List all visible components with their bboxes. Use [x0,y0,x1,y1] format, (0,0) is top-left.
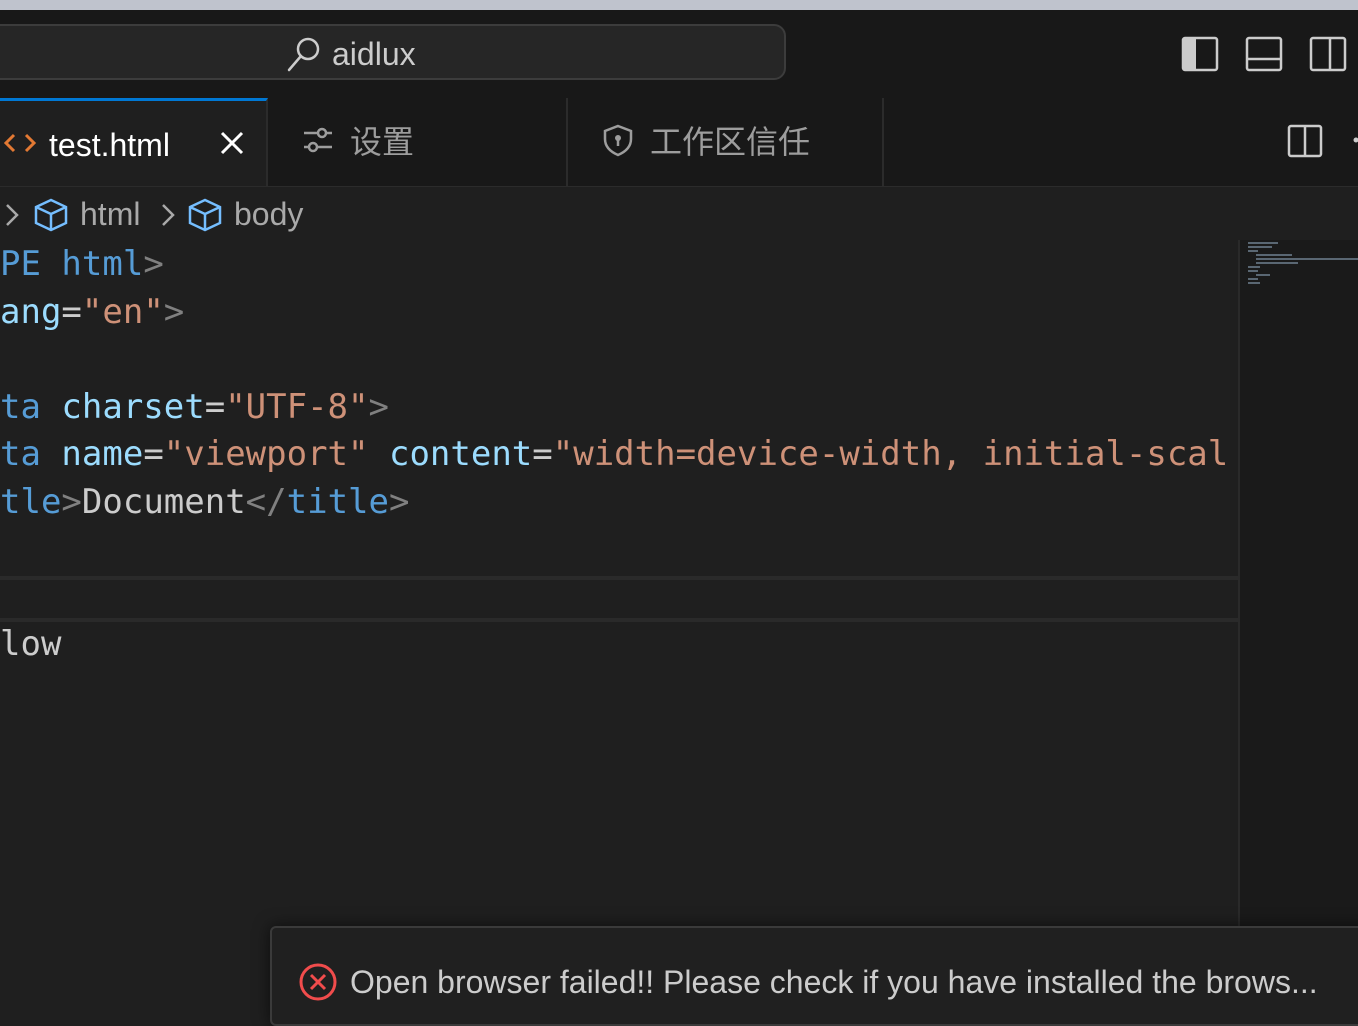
command-center-text: aidlux [332,34,416,74]
more-actions-icon[interactable] [1346,132,1358,148]
tab-label: 设置 [350,120,414,164]
line-highlight-border [0,576,1238,580]
code-token: = [143,434,163,474]
code-line: PE html> [0,240,164,288]
command-center-search[interactable]: aidlux [0,24,786,80]
code-token: "en" [82,292,164,332]
editor-tab-bar: test.html 设置 工作区信任 [0,98,1358,187]
tab-label: 工作区信任 [650,120,810,164]
window-top-strip [0,0,1358,10]
code-token: "viewport" [164,434,369,474]
code-token: "UTF-8" [225,387,368,427]
chevron-right-icon [2,200,22,230]
tab-label: test.html [49,123,170,167]
code-line: ang="en"> [0,288,184,336]
code-token: "width=device-width, initial-scal [553,434,1229,474]
shield-icon [600,122,636,158]
code-token: > [369,387,389,427]
line-highlight-border [0,618,1238,622]
code-token: low [0,624,61,664]
minimap-line [1248,278,1258,280]
minimap-line [1248,250,1258,252]
cube-icon [32,196,70,234]
minimap-line [1248,270,1258,272]
breadcrumb-item-body[interactable]: body [234,194,303,234]
minimap-line [1248,266,1260,268]
code-line: ta name="viewport" content="width=device… [0,430,1228,478]
code-token: Document [82,482,246,522]
code-token: > [143,244,163,284]
code-token: title [287,482,389,522]
code-token: html [41,244,143,284]
toggle-secondary-sidebar-icon[interactable] [1308,34,1348,74]
code-token: tle [0,482,61,522]
error-icon [298,962,338,1002]
minimap-line [1248,282,1260,284]
code-token: ang [0,292,61,332]
chevron-right-icon [158,200,178,230]
tab-workspace-trust[interactable]: 工作区信任 [568,98,884,186]
cube-icon [186,196,224,234]
notification-message: Open browser failed!! Please check if yo… [350,960,1356,1004]
html-file-icon [2,125,38,161]
code-token: ta [0,434,41,474]
minimap-line [1248,246,1272,248]
minimap-line [1256,274,1270,276]
tab-test-html[interactable]: test.html [0,98,268,186]
tab-settings[interactable]: 设置 [268,98,568,186]
code-token: = [532,434,552,474]
breadcrumb: html body [0,188,1358,240]
code-token: > [164,292,184,332]
code-line: tle>Document</title> [0,478,409,526]
code-token: charset [41,387,205,427]
error-notification[interactable]: Open browser failed!! Please check if yo… [270,926,1358,1026]
title-bar: aidlux [0,10,1358,100]
minimap-line [1256,258,1358,260]
toggle-panel-icon[interactable] [1244,34,1284,74]
code-token: = [205,387,225,427]
search-icon [284,34,324,74]
code-token: PE [0,244,41,284]
minimap-line [1256,262,1298,264]
code-line: ta charset="UTF-8"> [0,383,389,431]
breadcrumb-item-html[interactable]: html [80,194,140,234]
split-editor-icon[interactable] [1286,122,1324,160]
code-token: ta [0,387,41,427]
minimap-line [1256,254,1292,256]
close-icon[interactable] [214,125,250,161]
settings-sliders-icon [300,122,336,158]
code-token: name [41,434,143,474]
code-token: > [389,482,409,522]
code-token: = [61,292,81,332]
code-editor[interactable]: PE html> ang="en"> ta charset="UTF-8"> t… [0,240,1238,926]
minimap[interactable] [1238,240,1358,926]
code-token: </ [246,482,287,522]
minimap-line [1248,242,1278,244]
code-token: content [369,434,533,474]
toggle-primary-sidebar-icon[interactable] [1180,34,1220,74]
code-line: low [0,620,61,668]
code-token: > [61,482,81,522]
